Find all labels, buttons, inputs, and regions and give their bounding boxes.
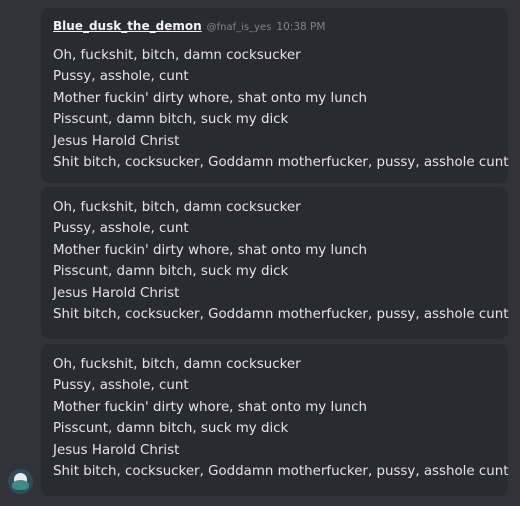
message-body: Oh, fuckshit, bitch, damn cocksucker Pus… — [53, 45, 509, 173]
chat-message[interactable]: Oh, fuckshit, bitch, damn cocksucker Pus… — [41, 187, 508, 339]
message-line: Pussy, asshole, cunt — [53, 378, 189, 394]
message-timestamp: 10:38 PM — [276, 21, 326, 33]
message-body: Oh, fuckshit, bitch, damn cocksucker Pus… — [53, 344, 509, 482]
message-line: Shit bitch, cocksucker, Goddamn motherfu… — [53, 307, 509, 323]
message-line: Pussy, asshole, cunt — [53, 69, 189, 85]
avatar-body-shape — [12, 480, 29, 490]
message-body: Oh, fuckshit, bitch, damn cocksucker Pus… — [53, 187, 509, 325]
message-line: Shit bitch, cocksucker, Goddamn motherfu… — [53, 464, 509, 480]
chat-message[interactable]: Oh, fuckshit, bitch, damn cocksucker Pus… — [41, 344, 508, 496]
message-line: Jesus Harold Christ — [53, 285, 180, 301]
message-line: Pussy, asshole, cunt — [53, 221, 189, 237]
message-line: Jesus Harold Christ — [53, 133, 180, 149]
username[interactable]: Blue_dusk_the_demon — [53, 19, 202, 33]
chat-view: Blue_dusk_the_demon @fnaf_is_yes 10:38 P… — [0, 0, 520, 506]
message-line: Pisscunt, damn bitch, suck my dick — [53, 421, 289, 437]
message-line: Pisscunt, damn bitch, suck my dick — [53, 264, 289, 280]
message-line: Oh, fuckshit, bitch, damn cocksucker — [53, 200, 301, 215]
message-line: Oh, fuckshit, bitch, damn cocksucker — [53, 357, 301, 372]
message-line: Jesus Harold Christ — [53, 442, 180, 458]
user-handle: @fnaf_is_yes — [206, 22, 272, 33]
message-line: Pisscunt, damn bitch, suck my dick — [53, 112, 289, 128]
message-line: Oh, fuckshit, bitch, damn cocksucker — [53, 48, 301, 63]
message-line: Mother fuckin' dirty whore, shat onto my… — [53, 399, 368, 415]
message-line: Mother fuckin' dirty whore, shat onto my… — [53, 90, 368, 106]
message-header: Blue_dusk_the_demon @fnaf_is_yes 10:38 P… — [53, 8, 496, 45]
user-avatar-icon[interactable] — [8, 469, 33, 494]
message-line: Shit bitch, cocksucker, Goddamn motherfu… — [53, 155, 509, 171]
message-line: Mother fuckin' dirty whore, shat onto my… — [53, 242, 368, 258]
chat-message[interactable]: Blue_dusk_the_demon @fnaf_is_yes 10:38 P… — [41, 8, 508, 183]
